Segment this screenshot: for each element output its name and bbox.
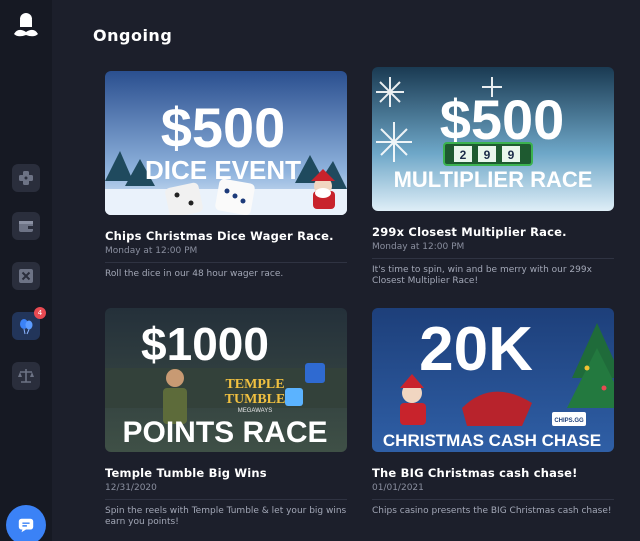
reel-digit: 2 — [460, 148, 467, 162]
page-title: Ongoing — [93, 26, 173, 45]
card-date: 12/31/2020 — [105, 483, 347, 500]
card-title[interactable]: Chips Christmas Dice Wager Race. — [105, 229, 347, 243]
card-date: Monday at 12:00 PM — [105, 246, 347, 263]
game-logo-line: MEGAWAYS — [238, 408, 272, 414]
card-description: Roll the dice in our 48 hour wager race. — [105, 269, 284, 279]
promo-card-multiplier-race[interactable]: $500 2 9 9 MULTIPLIER RACE 299x Closest … — [372, 67, 614, 287]
notification-badge: 4 — [34, 307, 46, 319]
close-box-icon[interactable] — [12, 262, 40, 290]
card-title[interactable]: Temple Tumble Big Wins — [105, 466, 347, 480]
banner-amount: 20K — [419, 315, 533, 384]
card-title[interactable]: 299x Closest Multiplier Race. — [372, 225, 614, 239]
chef-mustache-logo[interactable] — [10, 10, 42, 42]
promo-banner-cash-chase[interactable]: 20K CHIPS.GG CHRISTMAS CASH CHASE — [372, 308, 614, 452]
game-logo-line: TEMPLE — [225, 377, 284, 392]
balloons-icon[interactable]: 4 — [12, 307, 46, 340]
chat-icon — [18, 518, 34, 533]
reel-digit: 9 — [484, 148, 491, 162]
game-logo-line: TUMBLE — [225, 392, 286, 407]
promo-card-christmas-cash-chase[interactable]: 20K CHIPS.GG CHRISTMAS CASH CHASE The BI… — [372, 308, 614, 517]
main-content: Ongoing $500 DICE EVENT Chips Christmas … — [52, 0, 640, 541]
banner-amount: $500 — [440, 88, 565, 151]
promo-banner-multiplier[interactable]: $500 2 9 9 MULTIPLIER RACE — [372, 67, 614, 211]
banner-amount: $500 — [161, 96, 286, 159]
wallet-icon[interactable] — [12, 212, 40, 240]
card-description: Chips casino presents the BIG Christmas … — [372, 506, 612, 516]
banner-subtitle: CHRISTMAS CASH CHASE — [383, 431, 601, 450]
card-date: 01/01/2021 — [372, 483, 614, 500]
games-icon[interactable] — [12, 164, 40, 192]
promo-banner-dice[interactable]: $500 DICE EVENT — [105, 71, 347, 215]
brand-label: CHIPS.GG — [554, 418, 584, 424]
banner-subtitle: MULTIPLIER RACE — [394, 167, 593, 192]
banner-amount: $1000 — [141, 318, 269, 370]
promo-card-dice-race[interactable]: $500 DICE EVENT Chips Christmas Dice Wag… — [105, 71, 347, 280]
promo-banner-temple-tumble[interactable]: $1000 TEMPLE TUMBLE MEGAWAYS POINTS RACE — [105, 308, 347, 452]
card-date: Monday at 12:00 PM — [372, 242, 614, 259]
sidebar: 4 — [0, 0, 52, 541]
reel-digit: 9 — [508, 148, 515, 162]
scales-icon[interactable] — [12, 362, 40, 390]
card-title[interactable]: The BIG Christmas cash chase! — [372, 466, 614, 480]
promo-card-temple-tumble[interactable]: $1000 TEMPLE TUMBLE MEGAWAYS POINTS RACE… — [105, 308, 347, 528]
banner-subtitle: POINTS RACE — [122, 416, 327, 449]
card-description: Spin the reels with Temple Tumble & let … — [105, 506, 347, 527]
chat-button[interactable] — [6, 505, 46, 541]
card-description: It's time to spin, win and be merry with… — [372, 265, 592, 286]
